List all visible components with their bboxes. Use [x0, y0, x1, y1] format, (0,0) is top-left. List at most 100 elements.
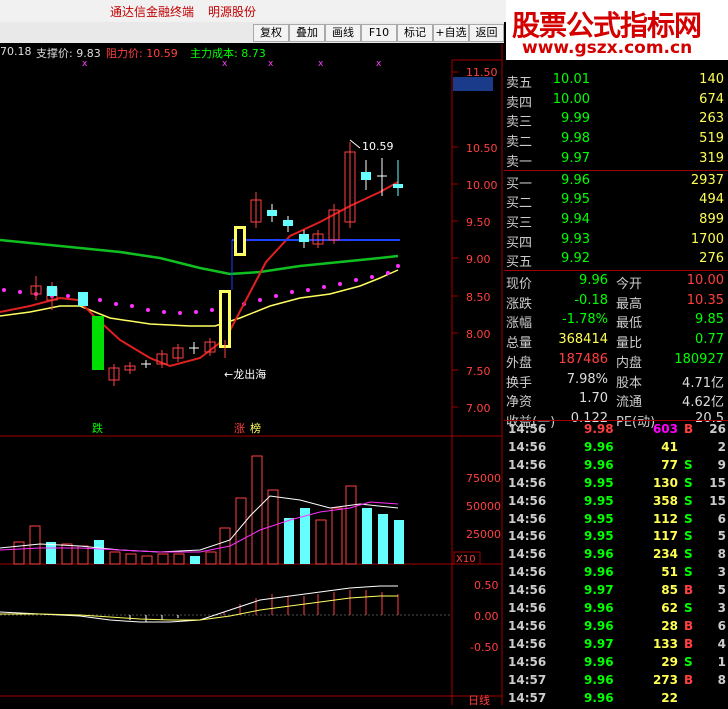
stat-label-2: 最高 — [616, 296, 643, 312]
add-watchlist-button[interactable]: +自选 — [433, 24, 469, 42]
ask-price[interactable]: 9.97 — [561, 151, 590, 166]
ask-volume: 140 — [699, 72, 724, 87]
price-tick-7-00: 7.00 — [466, 402, 491, 415]
bid-volume: 1700 — [690, 231, 724, 247]
tick-row: 14:56 9.96 28 B 6 — [504, 619, 728, 637]
tick-volume: 62 — [661, 601, 678, 615]
ask-label: 卖三 — [506, 115, 533, 131]
tick-time: 14:56 — [508, 565, 547, 580]
tick-time: 14:56 — [508, 636, 547, 651]
bid-price[interactable]: 9.93 — [561, 232, 590, 247]
tick-row: 14:56 9.96 234 S 8 — [504, 547, 728, 565]
overlay-button[interactable]: 叠加 — [289, 24, 325, 42]
ask-price[interactable]: 10.01 — [553, 72, 590, 87]
tick-time: 14:56 — [508, 601, 547, 615]
stat-value-2: 4.62亿 — [682, 395, 724, 411]
bid-price[interactable]: 9.94 — [561, 212, 590, 227]
draw-line-button[interactable]: 画线 — [325, 24, 361, 42]
stat-value: 1.70 — [579, 391, 608, 407]
tick-row: 14:56 9.95 130 S 15 — [504, 476, 728, 494]
tick-volume: 273 — [652, 672, 678, 687]
bid-label: 买二 — [506, 196, 533, 212]
tick-volume: 133 — [652, 636, 678, 651]
fuquan-button[interactable]: 复权 — [253, 24, 289, 42]
ask-price[interactable]: 9.98 — [561, 131, 590, 146]
svg-text:x: x — [222, 59, 228, 69]
ask-price[interactable]: 10.00 — [553, 92, 590, 107]
tick-price: 9.96 — [584, 565, 614, 580]
tick-side: B — [684, 618, 694, 633]
bid-label: 买五 — [506, 255, 533, 271]
tick-time: 14:56 — [508, 511, 547, 526]
tick-row: 14:56 9.98 603 B 26 — [504, 422, 728, 440]
tick-price: 9.96 — [584, 690, 614, 705]
macd-tick-neg-0-50: -0.50 — [470, 641, 498, 654]
stat-label-2: 股本 — [616, 375, 643, 391]
bid-volume: 276 — [699, 251, 724, 267]
stat-value-2: 9.85 — [695, 312, 724, 328]
volume-tick-75000: 75000 — [466, 472, 501, 485]
bid-label: 买三 — [506, 215, 533, 231]
ask-label: 卖一 — [506, 154, 533, 170]
watermark-logo: 股票公式指标网 www.gszx.com.cn — [506, 0, 728, 60]
f10-button[interactable]: F10 — [361, 24, 397, 42]
stat-value: 9.96 — [579, 273, 608, 288]
tick-price: 9.95 — [584, 529, 614, 544]
tick-price: 9.96 — [584, 601, 614, 615]
back-button[interactable]: 返回 — [469, 24, 504, 42]
mark-button[interactable]: 标记 — [397, 24, 433, 42]
tick-time: 14:56 — [508, 493, 547, 508]
price-tick-9-50: 9.50 — [466, 216, 491, 229]
tick-row: 14:56 9.95 117 S 5 — [504, 529, 728, 547]
tick-volume: 358 — [652, 493, 678, 508]
bid-price[interactable]: 9.92 — [561, 251, 590, 266]
tick-price: 9.97 — [584, 636, 614, 651]
kline-chart[interactable]: 11.50 10.50 10.00 9.50 9.00 8.50 8.00 7.… — [0, 44, 504, 705]
tick-time: 14:56 — [508, 618, 547, 633]
stat-label: 总量 — [506, 336, 533, 352]
tick-count: 3 — [717, 565, 726, 580]
tick-count: 6 — [717, 618, 726, 633]
tick-time: 14:56 — [508, 475, 547, 490]
tick-count: 8 — [717, 672, 726, 687]
price-tick-10-00: 10.00 — [466, 179, 498, 192]
tick-count: 5 — [717, 583, 726, 598]
bid-volume: 494 — [699, 192, 724, 208]
tick-volume: 112 — [652, 511, 678, 526]
stat-label-2: 量比 — [616, 336, 643, 352]
tick-price: 9.95 — [584, 511, 614, 526]
tick-time: 14:56 — [508, 547, 547, 562]
tick-time: 14:56 — [508, 457, 547, 472]
tick-side: S — [684, 529, 693, 544]
current-price-tag-bg — [453, 77, 493, 91]
tick-row: 14:56 9.96 62 S 3 — [504, 601, 728, 619]
ask-volume: 519 — [699, 131, 724, 147]
price-tick-7-50: 7.50 — [466, 365, 491, 378]
stat-label: 换手 — [506, 375, 533, 391]
stat-value-2: 10.35 — [686, 292, 724, 308]
stat-value-2: 10.00 — [686, 273, 724, 288]
ask-price[interactable]: 9.99 — [561, 111, 590, 126]
tick-row: 14:56 9.97 85 B 5 — [504, 583, 728, 601]
bid-price[interactable]: 9.96 — [561, 173, 590, 188]
tick-volume: 85 — [661, 583, 678, 598]
stat-label: 外盘 — [506, 355, 533, 371]
bid-price[interactable]: 9.95 — [561, 192, 590, 207]
tick-time: 14:56 — [508, 422, 547, 436]
tick-count: 4 — [717, 636, 726, 651]
tick-row: 14:56 9.95 112 S 6 — [504, 512, 728, 530]
ask-volume: 674 — [699, 91, 724, 107]
volume-tick-25000: 25000 — [466, 528, 501, 541]
ma-dotted-line — [2, 264, 400, 315]
tick-side: S — [684, 493, 693, 508]
tick-volume: 51 — [661, 565, 678, 580]
tick-volume: 234 — [652, 547, 678, 562]
stat-value: -1.78% — [562, 312, 608, 328]
price-tick-10-50: 10.50 — [466, 142, 498, 155]
svg-text:x: x — [82, 59, 88, 69]
tick-price: 9.97 — [584, 583, 614, 598]
tick-volume: 117 — [652, 529, 678, 544]
daily-tab[interactable]: 日线 — [468, 693, 490, 705]
macd-dif-line — [0, 585, 398, 623]
macd-tick-0-50: 0.50 — [474, 579, 499, 592]
